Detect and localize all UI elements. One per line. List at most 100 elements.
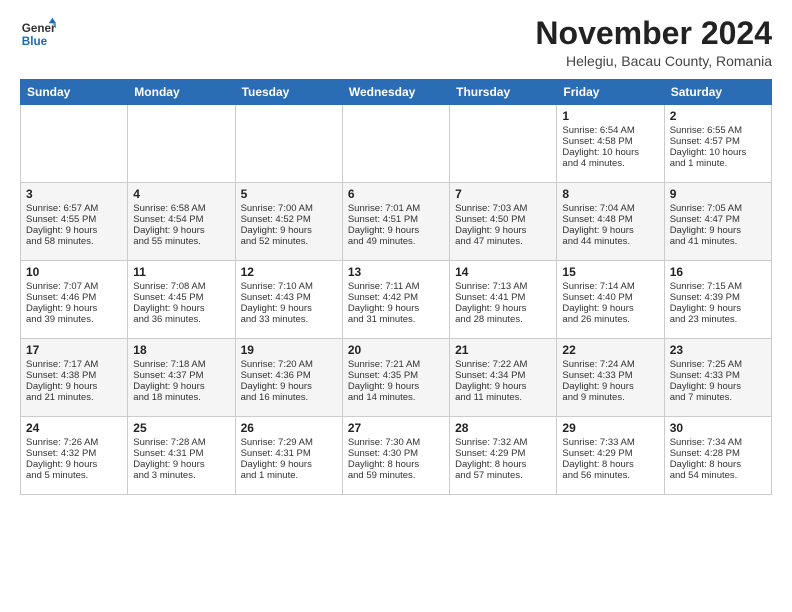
day-number: 27 (348, 421, 444, 435)
day-info: Sunrise: 7:17 AM (26, 359, 122, 370)
day-number: 18 (133, 343, 229, 357)
day-info: Sunrise: 7:04 AM (562, 203, 658, 214)
day-number: 7 (455, 187, 551, 201)
calendar-cell (21, 105, 128, 183)
day-info: Daylight: 10 hours (670, 147, 766, 158)
calendar-cell: 6Sunrise: 7:01 AMSunset: 4:51 PMDaylight… (342, 183, 449, 261)
day-info: Sunrise: 7:29 AM (241, 437, 337, 448)
location: Helegiu, Bacau County, Romania (535, 53, 772, 69)
day-info: and 16 minutes. (241, 392, 337, 403)
day-number: 21 (455, 343, 551, 357)
day-info: Daylight: 9 hours (133, 303, 229, 314)
day-info: Sunrise: 7:33 AM (562, 437, 658, 448)
calendar-cell: 15Sunrise: 7:14 AMSunset: 4:40 PMDayligh… (557, 261, 664, 339)
day-number: 11 (133, 265, 229, 279)
day-number: 15 (562, 265, 658, 279)
day-info: and 55 minutes. (133, 236, 229, 247)
col-thursday: Thursday (450, 80, 557, 105)
calendar-cell: 22Sunrise: 7:24 AMSunset: 4:33 PMDayligh… (557, 339, 664, 417)
col-monday: Monday (128, 80, 235, 105)
day-info: Sunrise: 7:21 AM (348, 359, 444, 370)
day-info: and 14 minutes. (348, 392, 444, 403)
calendar-cell: 7Sunrise: 7:03 AMSunset: 4:50 PMDaylight… (450, 183, 557, 261)
calendar-header: Sunday Monday Tuesday Wednesday Thursday… (21, 80, 772, 105)
day-info: Sunrise: 6:55 AM (670, 125, 766, 136)
svg-text:Blue: Blue (22, 35, 48, 48)
col-sunday: Sunday (21, 80, 128, 105)
day-info: Sunrise: 7:14 AM (562, 281, 658, 292)
day-info: and 23 minutes. (670, 314, 766, 325)
calendar-week-4: 17Sunrise: 7:17 AMSunset: 4:38 PMDayligh… (21, 339, 772, 417)
page: General Blue November 2024 Helegiu, Baca… (0, 0, 792, 612)
svg-text:General: General (22, 22, 56, 35)
day-info: Sunset: 4:48 PM (562, 214, 658, 225)
day-number: 23 (670, 343, 766, 357)
day-info: and 21 minutes. (26, 392, 122, 403)
day-info: Daylight: 9 hours (26, 381, 122, 392)
day-info: Sunrise: 7:11 AM (348, 281, 444, 292)
day-info: and 4 minutes. (562, 158, 658, 169)
day-info: and 1 minute. (670, 158, 766, 169)
day-info: Daylight: 9 hours (348, 225, 444, 236)
day-info: Sunset: 4:55 PM (26, 214, 122, 225)
day-number: 14 (455, 265, 551, 279)
day-info: Sunrise: 7:01 AM (348, 203, 444, 214)
title-block: November 2024 Helegiu, Bacau County, Rom… (535, 16, 772, 69)
day-number: 1 (562, 109, 658, 123)
calendar-cell: 25Sunrise: 7:28 AMSunset: 4:31 PMDayligh… (128, 417, 235, 495)
day-info: Daylight: 9 hours (26, 303, 122, 314)
calendar-cell: 20Sunrise: 7:21 AMSunset: 4:35 PMDayligh… (342, 339, 449, 417)
day-info: Daylight: 8 hours (348, 459, 444, 470)
calendar-cell: 1Sunrise: 6:54 AMSunset: 4:58 PMDaylight… (557, 105, 664, 183)
day-number: 16 (670, 265, 766, 279)
day-info: Daylight: 9 hours (133, 459, 229, 470)
day-info: Sunset: 4:36 PM (241, 370, 337, 381)
calendar-week-5: 24Sunrise: 7:26 AMSunset: 4:32 PMDayligh… (21, 417, 772, 495)
day-number: 30 (670, 421, 766, 435)
day-info: and 28 minutes. (455, 314, 551, 325)
calendar-table: Sunday Monday Tuesday Wednesday Thursday… (20, 79, 772, 495)
calendar-cell (450, 105, 557, 183)
day-info: Sunrise: 7:20 AM (241, 359, 337, 370)
day-info: Daylight: 9 hours (348, 381, 444, 392)
day-info: and 59 minutes. (348, 470, 444, 481)
day-number: 22 (562, 343, 658, 357)
day-number: 19 (241, 343, 337, 357)
day-info: and 52 minutes. (241, 236, 337, 247)
day-info: Daylight: 9 hours (241, 303, 337, 314)
col-friday: Friday (557, 80, 664, 105)
day-info: Sunrise: 7:13 AM (455, 281, 551, 292)
day-info: and 41 minutes. (670, 236, 766, 247)
day-info: and 11 minutes. (455, 392, 551, 403)
calendar-body: 1 Sunrise: 6:54 AMSunset: 4:58 PM Daylight… (21, 105, 772, 495)
day-number: 20 (348, 343, 444, 357)
day-info: Sunrise: 6:54 AM (562, 125, 658, 136)
day-info: Sunset: 4:58 PM (562, 136, 658, 147)
day-info: Sunrise: 7:05 AM (670, 203, 766, 214)
calendar-week-2: 3Sunrise: 6:57 AMSunset: 4:55 PMDaylight… (21, 183, 772, 261)
day-info: Daylight: 8 hours (455, 459, 551, 470)
calendar-cell: 29Sunrise: 7:33 AMSunset: 4:29 PMDayligh… (557, 417, 664, 495)
day-info: Sunrise: 7:10 AM (241, 281, 337, 292)
day-info: Daylight: 9 hours (133, 381, 229, 392)
day-info: Sunrise: 7:32 AM (455, 437, 551, 448)
day-info: Daylight: 8 hours (562, 459, 658, 470)
day-number: 29 (562, 421, 658, 435)
day-info: Sunset: 4:41 PM (455, 292, 551, 303)
day-number: 25 (133, 421, 229, 435)
col-saturday: Saturday (664, 80, 771, 105)
day-info: Sunset: 4:37 PM (133, 370, 229, 381)
day-info: Sunset: 4:29 PM (455, 448, 551, 459)
month-title: November 2024 (535, 16, 772, 51)
day-info: Sunset: 4:38 PM (26, 370, 122, 381)
day-info: Sunset: 4:50 PM (455, 214, 551, 225)
day-info: Sunset: 4:33 PM (562, 370, 658, 381)
day-info: and 33 minutes. (241, 314, 337, 325)
calendar-cell: 9Sunrise: 7:05 AMSunset: 4:47 PMDaylight… (664, 183, 771, 261)
calendar-week-1: 1 Sunrise: 6:54 AMSunset: 4:58 PM Daylight… (21, 105, 772, 183)
calendar-week-3: 10Sunrise: 7:07 AMSunset: 4:46 PMDayligh… (21, 261, 772, 339)
calendar-cell: 13Sunrise: 7:11 AMSunset: 4:42 PMDayligh… (342, 261, 449, 339)
day-info: Sunset: 4:45 PM (133, 292, 229, 303)
day-info: and 26 minutes. (562, 314, 658, 325)
calendar-cell: 27Sunrise: 7:30 AMSunset: 4:30 PMDayligh… (342, 417, 449, 495)
